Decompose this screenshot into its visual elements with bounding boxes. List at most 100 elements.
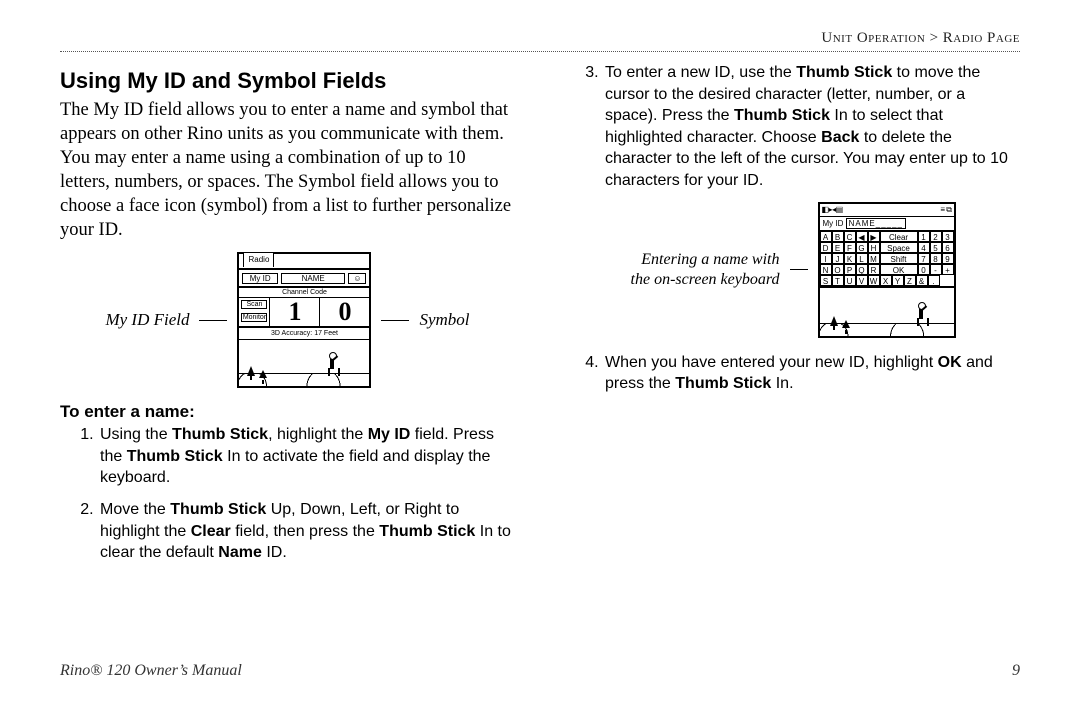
kbd-key: S [820, 275, 832, 286]
kbd-key: 1 [918, 231, 930, 242]
kbd-id-label: My ID [823, 219, 844, 228]
leader-line [790, 269, 808, 270]
figure-label-my-id: My ID Field [105, 310, 189, 330]
scan-button: Scan [241, 300, 267, 309]
step-1: Using the Thumb Stick, highlight the My … [98, 424, 515, 489]
steps-list-right-bottom: When you have entered your new ID, highl… [581, 352, 1020, 395]
kbd-key: Shift [880, 253, 918, 264]
steps-list-left: Using the Thumb Stick, highlight the My … [76, 424, 515, 564]
hills-icon [820, 323, 954, 336]
kbd-key: J [832, 253, 844, 264]
kbd-key: P [844, 264, 856, 275]
kbd-key: Clear [880, 231, 918, 242]
kbd-key: ◀ [856, 231, 868, 242]
figure-keyboard-screen: Entering a name with the on-screen keybo… [565, 202, 1020, 338]
kbd-row: STUVWXYZ&. [820, 275, 954, 286]
section-heading: Using My ID and Symbol Fields [60, 68, 515, 94]
header-rule [60, 51, 1020, 52]
kbd-map-scene [820, 288, 954, 336]
kbd-key: & [916, 275, 928, 286]
breadcrumb: Unit Operation > Radio Page [60, 30, 1020, 47]
kbd-key: W [868, 275, 880, 286]
kbd-key: O [832, 264, 844, 275]
kbd-key: B [832, 231, 844, 242]
kbd-key: H [868, 242, 880, 253]
kbd-key: F [844, 242, 856, 253]
kbd-status-bar: ◧▸◂▤ ≡ ⧉ [820, 204, 954, 217]
kbd-key: Z [904, 275, 916, 286]
channel-label: Channel Code [239, 288, 369, 297]
right-column: To enter a new ID, use the Thumb Stick t… [565, 62, 1020, 574]
device-title-bar: Radio [239, 254, 369, 270]
kbd-key: E [832, 242, 844, 253]
kbd-key: OK [880, 264, 918, 275]
kbd-key: K [844, 253, 856, 264]
channel-digit-1: 1 [269, 298, 319, 326]
kbd-key: R [868, 264, 880, 275]
kbd-key: . [928, 275, 940, 286]
breadcrumb-page: Radio Page [943, 30, 1020, 46]
status-icons-right: ≡ ⧉ [940, 204, 951, 216]
subheading-enter-name: To enter a name: [60, 402, 515, 422]
kbd-key: Space [880, 242, 918, 253]
hills-icon [239, 373, 369, 386]
kbd-key: 7 [918, 253, 930, 264]
device-main: Scan Monitor 1 0 [239, 297, 369, 328]
leader-line-left [199, 320, 227, 321]
kbd-key: 0 [918, 264, 930, 275]
figure-label-symbol: Symbol [419, 310, 469, 330]
manual-page: Unit Operation > Radio Page Using My ID … [0, 0, 1080, 702]
kbd-key: N [820, 264, 832, 275]
breadcrumb-section: Unit Operation [821, 30, 925, 46]
step-2: Move the Thumb Stick Up, Down, Left, or … [98, 499, 515, 564]
figure-radio-screen: My ID Field Radio My ID NAME ☺ Channel C… [60, 252, 515, 388]
figure-caption: Entering a name with the on-screen keybo… [630, 250, 780, 290]
monitor-button: Monitor [241, 313, 267, 322]
device-side-buttons: Scan Monitor [239, 298, 269, 326]
leader-line-right [381, 320, 409, 321]
left-column: Using My ID and Symbol Fields The My ID … [60, 62, 515, 574]
symbol-chip: ☺ [348, 273, 366, 284]
kbd-key: 3 [942, 231, 954, 242]
kbd-key: Y [892, 275, 904, 286]
step-4: When you have entered your new ID, highl… [603, 352, 1020, 395]
kbd-key: V [856, 275, 868, 286]
kbd-key: + [942, 264, 954, 275]
channel-digits: 1 0 [269, 298, 369, 326]
steps-list-right-top: To enter a new ID, use the Thumb Stick t… [581, 62, 1020, 192]
device-map-scene [239, 339, 369, 386]
kbd-key: X [880, 275, 892, 286]
kbd-key: 8 [930, 253, 942, 264]
page-number: 9 [1012, 662, 1020, 680]
kbd-key: 9 [942, 253, 954, 264]
kbd-row: IJKLMShift789 [820, 253, 954, 264]
kbd-key: M [868, 253, 880, 264]
kbd-key: T [832, 275, 844, 286]
kbd-key: 5 [930, 242, 942, 253]
kbd-id-row: My ID NAME_____ [820, 217, 954, 231]
status-icons-left: ◧▸◂▤ [822, 204, 843, 216]
kbd-key: 4 [918, 242, 930, 253]
kbd-key: ▶ [868, 231, 880, 242]
kbd-key: I [820, 253, 832, 264]
kbd-key: C [844, 231, 856, 242]
content-columns: Using My ID and Symbol Fields The My ID … [60, 62, 1020, 574]
kbd-row: ABC◀▶Clear123 [820, 231, 954, 242]
kbd-key: L [856, 253, 868, 264]
device-id-row: My ID NAME ☺ [239, 270, 369, 288]
keyboard-device-screen: ◧▸◂▤ ≡ ⧉ My ID NAME_____ ABC◀▶Clear123DE… [818, 202, 956, 338]
kbd-key: - [930, 264, 942, 275]
kbd-id-value: NAME_____ [846, 218, 906, 229]
step-3: To enter a new ID, use the Thumb Stick t… [603, 62, 1020, 192]
kbd-key: 2 [930, 231, 942, 242]
kbd-key: 6 [942, 242, 954, 253]
my-id-chip: My ID [242, 273, 277, 284]
kbd-key: G [856, 242, 868, 253]
kbd-row: NOPQROK0-+ [820, 264, 954, 275]
device-screen: Radio My ID NAME ☺ Channel Code Scan Mon… [237, 252, 371, 388]
kbd-key: A [820, 231, 832, 242]
kbd-key: U [844, 275, 856, 286]
my-id-value: NAME [281, 273, 346, 284]
channel-digit-2: 0 [319, 298, 369, 326]
kbd-row: DEFGHSpace456 [820, 242, 954, 253]
